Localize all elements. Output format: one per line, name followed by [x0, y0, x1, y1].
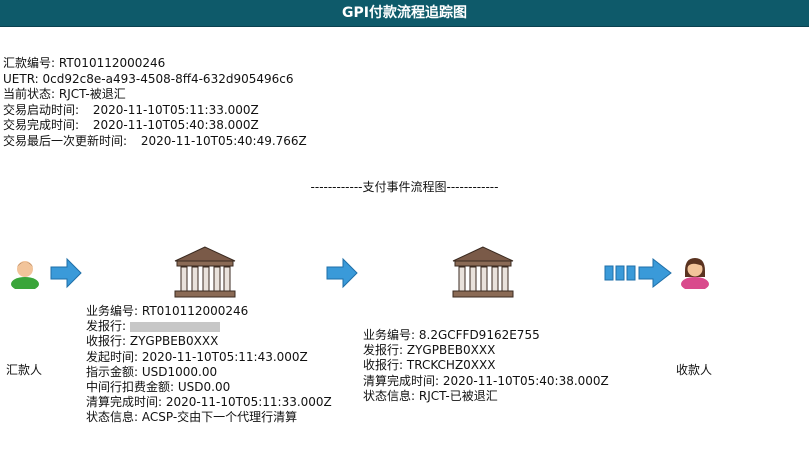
- event1-sender: 发报行:: [86, 319, 332, 334]
- remitter-label: 汇款人: [6, 363, 43, 377]
- event1-send-time: 发起时间: 2020-11-10T05:11:43.000Z: [86, 349, 308, 364]
- event1-receiver: 收报行: ZYGPBEB0XXX: [86, 334, 219, 349]
- right-arrow-icon: [50, 257, 82, 289]
- last-update-row: 交易最后一次更新时间: 2020-11-10T05:40:49.766Z: [3, 134, 307, 150]
- remit-no-row: 汇款编号: RT010112000246: [3, 56, 307, 72]
- complete-time-row: 交易完成时间: 2020-11-10T05:40:38.000Z: [3, 118, 307, 134]
- status-row: 当前状态: RJCT-被退汇: [3, 87, 307, 103]
- page-title: GPI付款流程追踪图: [0, 0, 809, 27]
- status-label: 当前状态:: [3, 87, 56, 101]
- event1-amount: 指示金额: USD1000.00: [86, 364, 218, 379]
- female-user-icon: [681, 258, 709, 289]
- complete-time-value: 2020-11-10T05:40:38.000Z: [92, 118, 259, 132]
- uetr-value: 0cd92c8e-a493-4508-8ff4-632d905496c6: [42, 71, 294, 86]
- event2-status: 状态信息: RJCT-已被退汇: [363, 388, 498, 403]
- uetr-label: UETR:: [3, 71, 39, 86]
- right-arrow-icon: [326, 257, 358, 289]
- transaction-info: 汇款编号: RT010112000246 UETR: 0cd92c8e-a493…: [3, 56, 307, 149]
- payment-event-1: 业务编号: RT010112000246 发报行: 收报行: ZYGPBEB0X…: [86, 304, 332, 426]
- start-time-label: 交易启动时间:: [3, 102, 80, 117]
- event1-clear-time: 清算完成时间: 2020-11-10T05:11:33.000Z: [86, 395, 332, 410]
- redacted-sender-bar: [130, 321, 221, 332]
- last-update-label: 交易最后一次更新时间:: [3, 133, 128, 148]
- flow-chart-title: ------------支付事件流程图------------: [310, 180, 499, 194]
- event1-fee: 中间行扣费金额: USD0.00: [86, 380, 231, 395]
- status-value: RJCT-被退汇: [58, 87, 126, 101]
- event1-business-no: 业务编号: RT010112000246: [86, 304, 249, 318]
- bank-building-icon: [452, 246, 514, 298]
- male-user-icon: [11, 261, 39, 289]
- remit-no-value: RT010112000246: [58, 56, 166, 70]
- remit-no-label: 汇款编号:: [3, 56, 56, 70]
- multi-step-arrow-icon: [604, 257, 672, 289]
- payee-label: 收款人: [676, 363, 713, 377]
- payment-event-2: 业务编号: 8.2GCFFD9162E755 发报行: ZYGPBEB0XXX …: [363, 328, 609, 404]
- event2-business-no: 业务编号: 8.2GCFFD9162E755: [363, 328, 540, 342]
- event2-receiver: 收报行: TRCKCHZ0XXX: [363, 358, 496, 373]
- uetr-row: UETR: 0cd92c8e-a493-4508-8ff4-632d905496…: [3, 72, 307, 88]
- complete-time-label: 交易完成时间:: [3, 118, 80, 132]
- bank-building-icon: [174, 246, 236, 298]
- event1-status: 状态信息: ACSP-交由下一个代理行清算: [86, 410, 298, 425]
- event2-clear-time: 清算完成时间: 2020-11-10T05:40:38.000Z: [363, 373, 609, 388]
- start-time-row: 交易启动时间: 2020-11-10T05:11:33.000Z: [3, 103, 307, 119]
- start-time-value: 2020-11-10T05:11:33.000Z: [92, 102, 259, 117]
- last-update-value: 2020-11-10T05:40:49.766Z: [140, 133, 307, 148]
- event2-sender: 发报行: ZYGPBEB0XXX: [363, 343, 496, 358]
